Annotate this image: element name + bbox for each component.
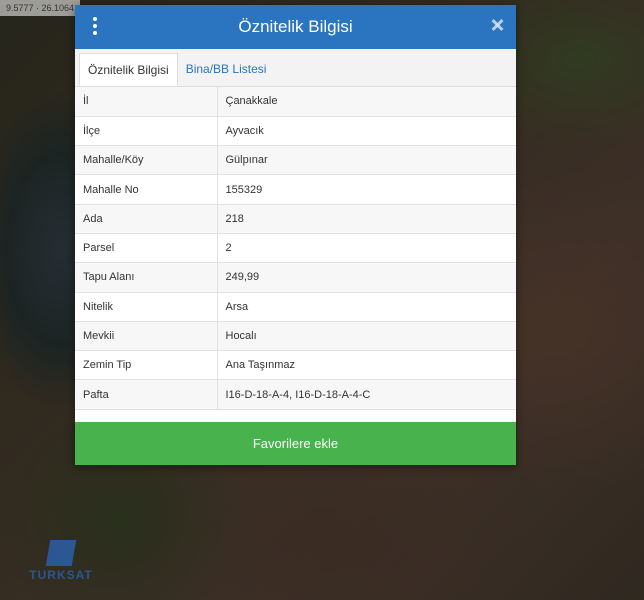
attribute-key: Nitelik bbox=[75, 292, 218, 322]
attribute-key: Parsel bbox=[75, 233, 218, 264]
attribute-value: Hocalı bbox=[217, 321, 516, 352]
dialog-title: Öznitelik Bilgisi bbox=[238, 17, 353, 36]
coordinate-readout: 9.5777 · 26.1064 bbox=[0, 0, 81, 16]
table-row: Mahalle/Köy Gülpınar bbox=[75, 145, 516, 176]
table-row: Parsel 2 bbox=[75, 233, 516, 264]
turksat-logo: TURKSAT bbox=[16, 540, 106, 584]
add-to-favorites-button[interactable]: Favorilere ekle bbox=[75, 422, 516, 465]
attribute-value: Arsa bbox=[217, 292, 516, 322]
table-row: Pafta I16-D-18-A-4, I16-D-18-A-4-C bbox=[75, 379, 516, 410]
attribute-table: İl Çanakkale İlçe Ayvacık Mahalle/Köy Gülpına… bbox=[75, 87, 516, 410]
attribute-value: 155329 bbox=[217, 174, 516, 205]
tab-attribute-info[interactable]: Öznitelik Bilgisi bbox=[79, 53, 178, 86]
attribute-value: 218 bbox=[217, 204, 516, 234]
attribute-value: 249,99 bbox=[217, 262, 516, 293]
attribute-key: Pafta bbox=[75, 379, 218, 410]
attribute-key: Mevkii bbox=[75, 321, 218, 352]
attribute-key: Mahalle/Köy bbox=[75, 145, 218, 176]
attribute-value: I16-D-18-A-4, I16-D-18-A-4-C bbox=[217, 379, 516, 410]
attribute-key: Tapu Alanı bbox=[75, 262, 218, 293]
logo-text: TURKSAT bbox=[29, 568, 93, 582]
attribute-key: İl bbox=[75, 87, 218, 117]
attribute-value: Ayvacık bbox=[217, 116, 516, 147]
attribute-info-dialog: Öznitelik Bilgisi Öznitelik Bilgisi Bina/… bbox=[75, 5, 516, 465]
attribute-value: Ana Taşınmaz bbox=[217, 350, 516, 381]
table-row: İl Çanakkale bbox=[75, 87, 516, 117]
table-row: Zemin Tip Ana Taşınmaz bbox=[75, 350, 516, 381]
tab-bar: Öznitelik Bilgisi Bina/BB Listesi bbox=[75, 49, 516, 87]
table-row: Mahalle No 155329 bbox=[75, 174, 516, 205]
close-icon[interactable] bbox=[490, 18, 504, 32]
attribute-key: İlçe bbox=[75, 116, 218, 147]
table-row: Nitelik Arsa bbox=[75, 292, 516, 322]
table-row: Mevkii Hocalı bbox=[75, 321, 516, 352]
attribute-key: Zemin Tip bbox=[75, 350, 218, 381]
table-row: İlçe Ayvacık bbox=[75, 116, 516, 147]
dialog-header: Öznitelik Bilgisi bbox=[75, 5, 516, 49]
logo-mark-icon bbox=[45, 540, 77, 566]
attribute-key: Ada bbox=[75, 204, 218, 234]
attribute-value: Çanakkale bbox=[217, 87, 516, 117]
table-row: Ada 218 bbox=[75, 204, 516, 234]
attribute-value: Gülpınar bbox=[217, 145, 516, 176]
table-row: Tapu Alanı 249,99 bbox=[75, 262, 516, 293]
attribute-key: Mahalle No bbox=[75, 174, 218, 205]
attribute-value: 2 bbox=[217, 233, 516, 264]
tab-building-list[interactable]: Bina/BB Listesi bbox=[178, 53, 275, 86]
